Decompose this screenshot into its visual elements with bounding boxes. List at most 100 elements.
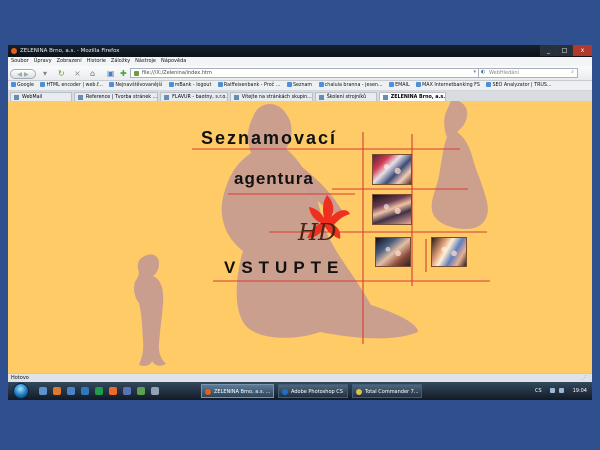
tab-flavur[interactable]: FLAVUR - baotny, s.r.o. bbox=[160, 92, 228, 101]
man-silhouette bbox=[134, 254, 166, 366]
menu-bookmarks[interactable]: Záložky bbox=[111, 57, 130, 66]
firefox-icon bbox=[205, 389, 211, 395]
couple-photo[interactable] bbox=[372, 194, 412, 225]
window-titlebar: ZELENINA Brno, a.s. - Mozilla Firefox _ … bbox=[8, 45, 592, 57]
network-tray-icon[interactable] bbox=[550, 388, 555, 393]
menu-help[interactable]: Nápověda bbox=[161, 57, 186, 66]
firefox-quick-icon[interactable] bbox=[53, 387, 61, 395]
enter-link[interactable]: VSTUPTE bbox=[224, 258, 344, 278]
quick-launch-icon[interactable] bbox=[39, 387, 47, 395]
tab-icon bbox=[382, 95, 388, 100]
dance-party-photo[interactable] bbox=[375, 237, 411, 267]
menu-view[interactable]: Zobrazení bbox=[57, 57, 82, 66]
seznam-icon bbox=[286, 82, 292, 87]
bookmark-email[interactable]: EMAIL bbox=[389, 81, 410, 90]
search-icon[interactable]: ⌕ bbox=[571, 68, 574, 77]
bookmark-seznam[interactable]: Seznam bbox=[286, 81, 312, 90]
tab-icon bbox=[78, 95, 83, 100]
raiffeisenbank-icon bbox=[217, 82, 223, 87]
status-bar: Hotovo ⋰ bbox=[8, 373, 592, 382]
minimize-button[interactable]: _ bbox=[540, 45, 556, 56]
tab-icon bbox=[233, 95, 239, 100]
bookmark-mbank[interactable]: mBank - logout bbox=[168, 81, 211, 90]
photoshop-icon bbox=[282, 389, 288, 395]
address-field[interactable]: file:///X:/Zelenina/index.htm ▾ bbox=[130, 68, 480, 78]
browser-quick-icon[interactable] bbox=[109, 387, 117, 395]
bookmark-max[interactable]: MAX Internetbanking FS bbox=[416, 81, 480, 90]
add-bookmark-icon[interactable]: ✚ bbox=[120, 69, 127, 78]
forward-dropdown-icon[interactable]: ▾ bbox=[43, 69, 47, 78]
menu-history[interactable]: Historie bbox=[87, 57, 106, 66]
language-indicator[interactable]: CS bbox=[535, 382, 542, 400]
address-value: file:///X:/Zelenina/index.htm bbox=[142, 70, 212, 76]
menu-tools[interactable]: Nástroje bbox=[135, 57, 156, 66]
explorer-quick-icon[interactable] bbox=[67, 387, 75, 395]
photoshop-quick-icon[interactable] bbox=[81, 387, 89, 395]
mbank-icon bbox=[168, 82, 174, 87]
network-quick-icon[interactable] bbox=[137, 387, 145, 395]
bookmark-most-visited[interactable]: Nejnavštěvovanější bbox=[109, 81, 162, 90]
firefox-icon bbox=[11, 48, 17, 54]
tab-skoleni[interactable]: Školení strojníků bbox=[314, 92, 377, 101]
tab-icon bbox=[164, 95, 170, 100]
tab-reference[interactable]: Reference | Tvorba stránek ... bbox=[74, 92, 159, 101]
bookmark-google[interactable]: Google bbox=[11, 81, 34, 90]
email-icon bbox=[389, 82, 395, 87]
taskbar-total-commander[interactable]: Total Commander 7... bbox=[352, 384, 422, 398]
stop-icon[interactable]: × bbox=[74, 69, 81, 78]
reload-icon[interactable]: ↻ bbox=[58, 69, 65, 78]
menu-bar: Soubor Úpravy Zobrazení Historie Záložky… bbox=[8, 57, 592, 66]
smiling-couple-photo[interactable] bbox=[431, 237, 467, 267]
taskbar: ZELENINA Brno, a.s. ... Adobe Photoshop … bbox=[8, 382, 592, 400]
menu-file[interactable]: Soubor bbox=[11, 57, 29, 66]
tab-webmail[interactable]: WebMail bbox=[10, 92, 72, 101]
seo-icon bbox=[486, 82, 492, 87]
resize-grip-icon[interactable]: ⋰ bbox=[582, 374, 587, 382]
volume-tray-icon[interactable] bbox=[559, 388, 564, 393]
taskbar-firefox[interactable]: ZELENINA Brno, a.s. ... bbox=[201, 384, 274, 398]
media-quick-icon[interactable] bbox=[123, 387, 131, 395]
folder-icon bbox=[318, 82, 324, 87]
bookmark-raiffeisenbank[interactable]: Raiffeisenbank - Proč ... bbox=[217, 81, 280, 90]
back-button[interactable]: ◀ ▶ bbox=[10, 69, 36, 79]
bookmarks-toolbar: Google HTML encoder | web.f... Nejnavště… bbox=[8, 81, 592, 91]
clock[interactable]: 19:04 bbox=[573, 382, 587, 400]
search-field[interactable]: ◐ WebHledání ⌕ bbox=[478, 68, 578, 78]
close-button[interactable]: x bbox=[572, 45, 592, 56]
home-icon[interactable]: ⌂ bbox=[90, 69, 95, 78]
tab-zelenina[interactable]: ZELENINA Brno, a.s. bbox=[378, 92, 447, 101]
window-controls: _ □ x bbox=[540, 45, 592, 57]
tab-icon bbox=[318, 95, 324, 100]
start-button[interactable] bbox=[13, 383, 29, 399]
navigation-toolbar: ◀ ▶ ▾ ↻ × ⌂ ▣ ✚ file:///X:/Zelenina/inde… bbox=[8, 66, 592, 81]
bookmark-seo[interactable]: SEO Analyzator | TRUS... bbox=[486, 81, 552, 90]
bookmark-html-encoder[interactable]: HTML encoder | web.f... bbox=[40, 81, 103, 90]
page-icon bbox=[134, 71, 139, 76]
headline-agentura: agentura bbox=[234, 169, 314, 188]
taskbar-photoshop[interactable]: Adobe Photoshop CS bbox=[278, 384, 348, 398]
bookmark-menu-icon[interactable]: ▣ bbox=[107, 69, 115, 78]
total-commander-icon bbox=[356, 389, 362, 395]
google-icon bbox=[11, 82, 16, 87]
browser-screen: ZELENINA Brno, a.s. - Mozilla Firefox _ … bbox=[8, 45, 592, 400]
menu-edit[interactable]: Úpravy bbox=[34, 57, 52, 66]
logo-text: HD bbox=[297, 220, 337, 246]
address-dropdown-icon[interactable]: ▾ bbox=[473, 68, 476, 77]
dancers-photo[interactable] bbox=[372, 154, 412, 185]
tab-skupin[interactable]: Vítejte na stránkách skupin... bbox=[229, 92, 313, 101]
search-placeholder: WebHledání bbox=[489, 70, 519, 76]
page-content: HD Seznamovací agentura VSTUPTE bbox=[8, 101, 592, 373]
commander-quick-icon[interactable] bbox=[95, 387, 103, 395]
system-tray: CS 19:04 bbox=[532, 382, 592, 400]
tab-icon bbox=[14, 95, 19, 100]
bookmark-chaluia[interactable]: chaluia branna - jesen... bbox=[318, 81, 383, 90]
search-engine-icon[interactable]: ◐ bbox=[481, 68, 485, 77]
maximize-button[interactable]: □ bbox=[556, 45, 572, 56]
headline-seznamovaci: Seznamovací bbox=[201, 128, 338, 148]
dancer-silhouette bbox=[431, 101, 488, 229]
show-desktop-icon[interactable] bbox=[151, 387, 159, 395]
window-title: ZELENINA Brno, a.s. - Mozilla Firefox bbox=[20, 48, 120, 54]
tab-strip: WebMail Reference | Tvorba stránek ... F… bbox=[8, 91, 592, 101]
status-text: Hotovo bbox=[11, 375, 29, 381]
max-icon bbox=[416, 82, 422, 87]
